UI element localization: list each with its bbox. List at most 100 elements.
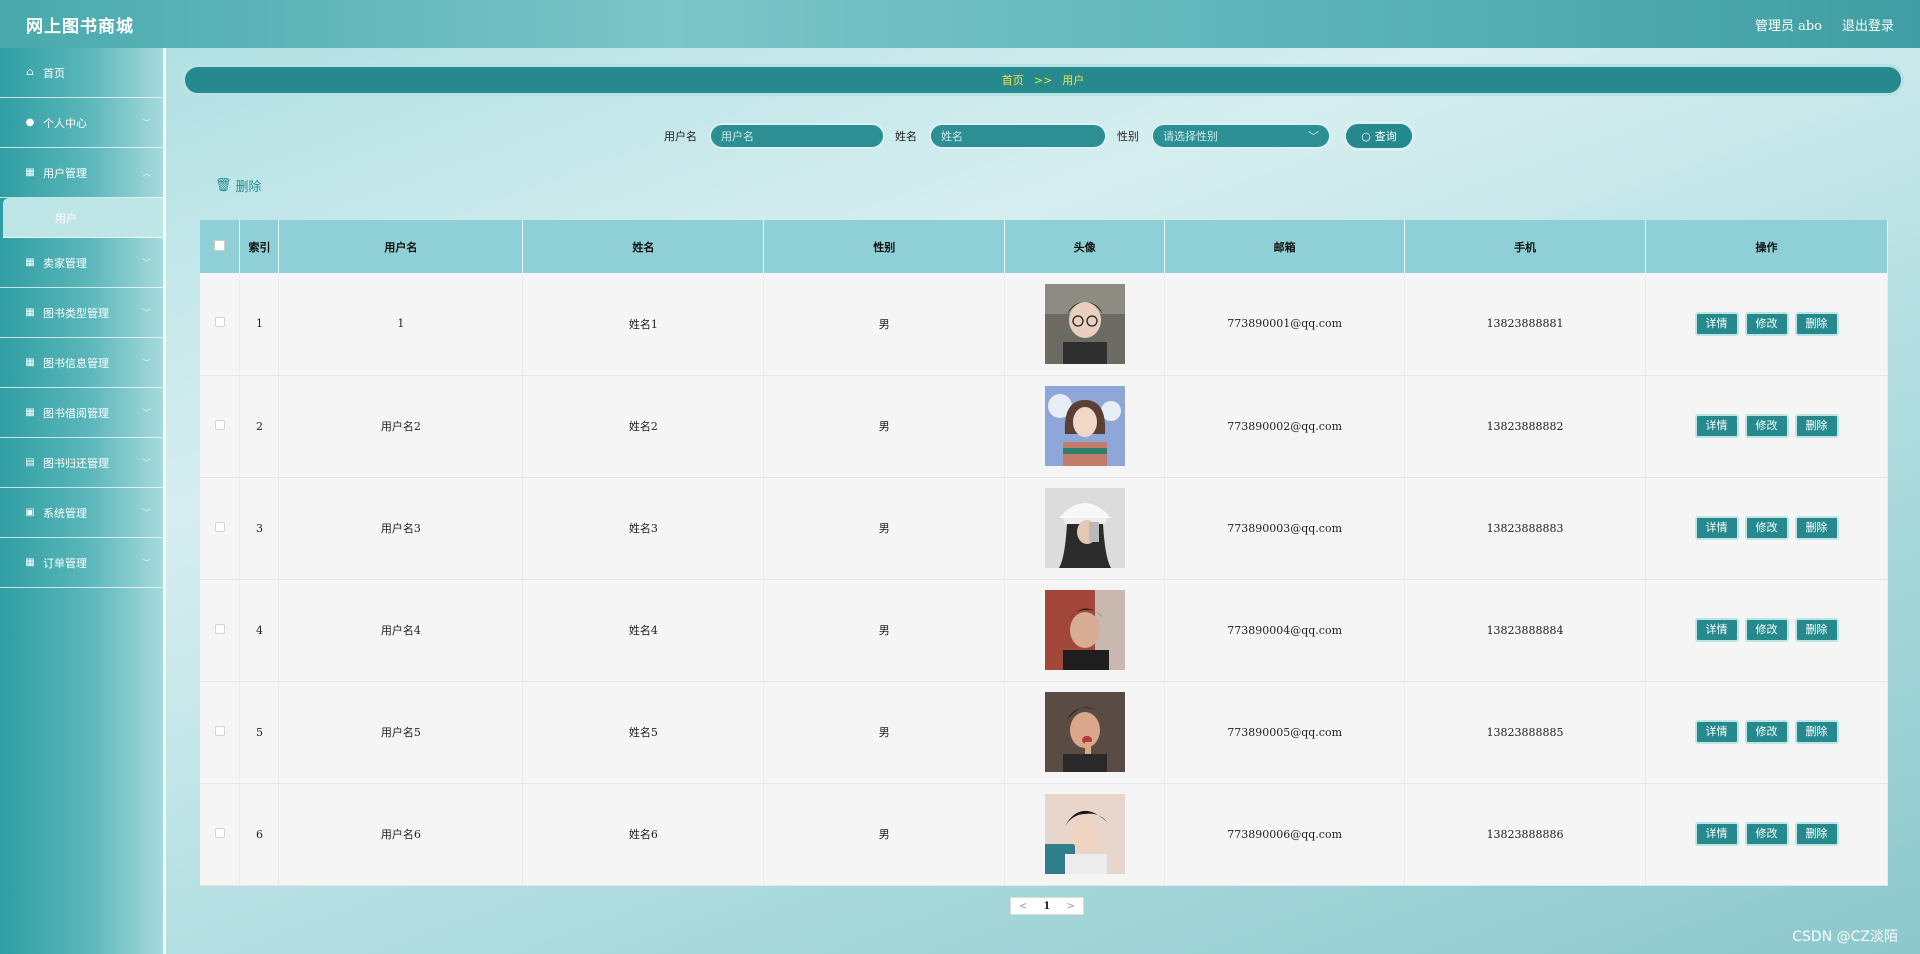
avatar-image (1044, 590, 1125, 670)
sidebar-subitem-users[interactable]: 用户 (3, 198, 163, 238)
delete-button[interactable]: 删除 (1794, 516, 1839, 540)
sidebar-item-system-mgmt[interactable]: ▣ 系统管理 ﹀ (0, 488, 163, 538)
row-select-cell (200, 273, 241, 376)
detail-button[interactable]: 详情 (1694, 311, 1739, 336)
delete-button[interactable]: 删除 (1794, 720, 1839, 744)
sidebar-item-borrow-mgmt[interactable]: ▦ 图书借阅管理 ﹀ (0, 388, 163, 438)
search-icon: ○ (1361, 129, 1371, 143)
detail-button[interactable]: 详情 (1694, 618, 1739, 642)
cell-index: 1 (239, 273, 280, 376)
query-button[interactable]: ○ 查询 (1343, 121, 1415, 151)
delete-button[interactable]: 删除 (1794, 311, 1839, 336)
detail-button[interactable]: 详情 (1694, 414, 1739, 438)
cell-actions: 详情 修改 删除 (1645, 681, 1888, 784)
table-row: 1 1 姓名1 男 773890001@qq.com 13823888881 详… (200, 273, 1888, 376)
delete-button[interactable]: 删除 (1794, 618, 1839, 642)
sidebar-item-order-mgmt[interactable]: ▦ 订单管理 ﹀ (0, 538, 163, 588)
row-checkbox[interactable] (214, 317, 225, 328)
sidebar-item-profile[interactable]: ● 个人中心 ﹀ (0, 98, 163, 148)
chevron-down-icon: ﹀ (141, 409, 151, 419)
breadcrumb-home[interactable]: 首页 (1002, 72, 1024, 88)
main-content: 首页 >> 用户 用户名 用户名 姓名 姓名 性别 请选择性别 ﹀ ○ 查询 🗑… (169, 48, 1920, 954)
cell-email: 773890001@qq.com (1164, 273, 1406, 376)
row-checkbox[interactable] (214, 623, 225, 634)
edit-button[interactable]: 修改 (1744, 822, 1789, 846)
app-title: 网上图书商城 (26, 16, 134, 37)
batch-delete-button[interactable]: 🗑 删除 (215, 176, 262, 195)
username-search-input[interactable]: 用户名 (709, 123, 885, 149)
gender-select[interactable]: 请选择性别 ﹀ (1151, 123, 1331, 149)
edit-button[interactable]: 修改 (1744, 414, 1789, 438)
edit-button[interactable]: 修改 (1744, 618, 1789, 642)
sidebar-item-label: 订单管理 (43, 556, 87, 570)
delete-button[interactable]: 删除 (1794, 414, 1839, 438)
sidebar-item-label: 首页 (43, 66, 65, 80)
sidebar-item-seller-mgmt[interactable]: ▦ 卖家管理 ﹀ (0, 238, 163, 288)
cell-index: 5 (239, 681, 280, 784)
select-all-checkbox[interactable] (214, 239, 226, 251)
breadcrumb-separator: >> (1033, 73, 1053, 87)
cell-gender: 男 (763, 477, 1006, 580)
table-row: 4 用户名4 姓名4 男 773890004@qq.com 1382388888… (200, 579, 1888, 682)
edit-button[interactable]: 修改 (1744, 720, 1789, 744)
row-checkbox[interactable] (214, 827, 225, 838)
cell-name: 姓名1 (522, 273, 765, 376)
gender-placeholder: 请选择性别 (1163, 130, 1218, 143)
sidebar: ⌂ 首页 ● 个人中心 ﹀ ▦ 用户管理 ︿ 用户 ▦ 卖家管理 ﹀ ▦ 图书类… (0, 48, 166, 954)
breadcrumb-current: 用户 (1062, 74, 1085, 87)
gender-filter-label: 性别 (1117, 130, 1139, 143)
col-name: 姓名 (522, 220, 765, 273)
sidebar-item-label: 图书借阅管理 (43, 406, 109, 420)
row-checkbox[interactable] (214, 521, 225, 532)
next-page-button[interactable]: > (1058, 901, 1082, 912)
sidebar-item-user-mgmt[interactable]: ▦ 用户管理 ︿ (0, 148, 163, 198)
chevron-down-icon: ﹀ (141, 259, 151, 269)
cell-email: 773890002@qq.com (1164, 375, 1406, 478)
chevron-down-icon: ﹀ (1308, 130, 1319, 143)
sidebar-item-book-info-mgmt[interactable]: ▦ 图书信息管理 ﹀ (0, 338, 163, 388)
breadcrumb: 首页 >> 用户 (182, 64, 1904, 96)
cell-avatar (1004, 681, 1166, 784)
cell-username: 用户名4 (278, 579, 524, 682)
cell-username: 用户名2 (278, 375, 524, 478)
grid-icon: ▦ (25, 357, 35, 368)
avatar-image (1044, 794, 1125, 874)
prev-page-button[interactable]: < (1011, 901, 1035, 912)
avatar-image (1044, 386, 1125, 466)
user-icon: ● (25, 117, 35, 128)
sidebar-item-return-mgmt[interactable]: ▤ 图书归还管理 ﹀ (0, 438, 163, 488)
detail-button[interactable]: 详情 (1694, 822, 1739, 846)
select-all-header[interactable] (200, 220, 241, 273)
home-icon: ⌂ (26, 67, 34, 78)
cell-username: 1 (278, 273, 524, 376)
name-search-input[interactable]: 姓名 (929, 123, 1107, 149)
detail-button[interactable]: 详情 (1694, 516, 1739, 540)
chevron-down-icon: ﹀ (141, 309, 151, 319)
cell-avatar (1004, 477, 1166, 580)
row-select-cell (200, 477, 241, 580)
username-placeholder: 用户名 (721, 130, 754, 143)
page-number[interactable]: 1 (1035, 901, 1058, 912)
cell-gender: 男 (763, 579, 1006, 682)
edit-button[interactable]: 修改 (1744, 311, 1789, 336)
col-phone: 手机 (1404, 220, 1647, 273)
sidebar-item-book-type-mgmt[interactable]: ▦ 图书类型管理 ﹀ (0, 288, 163, 338)
edit-button[interactable]: 修改 (1744, 516, 1789, 540)
cell-avatar (1004, 273, 1166, 376)
cell-gender: 男 (763, 273, 1006, 376)
sidebar-subitem-label: 用户 (55, 211, 77, 225)
sidebar-item-label: 图书归还管理 (43, 456, 109, 470)
row-checkbox[interactable] (214, 419, 225, 430)
cell-avatar (1004, 375, 1166, 478)
admin-user-label: 管理员 abo (1754, 18, 1822, 34)
sidebar-item-home[interactable]: ⌂ 首页 (0, 48, 163, 98)
avatar-image (1044, 692, 1125, 772)
row-checkbox[interactable] (214, 725, 225, 736)
grid-icon: ▦ (25, 407, 35, 418)
delete-button[interactable]: 删除 (1794, 822, 1839, 846)
col-index: 索引 (239, 220, 280, 273)
cell-gender: 男 (763, 681, 1006, 784)
grid-icon: ▦ (25, 257, 35, 268)
detail-button[interactable]: 详情 (1694, 720, 1739, 744)
logout-link[interactable]: 退出登录 (1842, 15, 1894, 34)
